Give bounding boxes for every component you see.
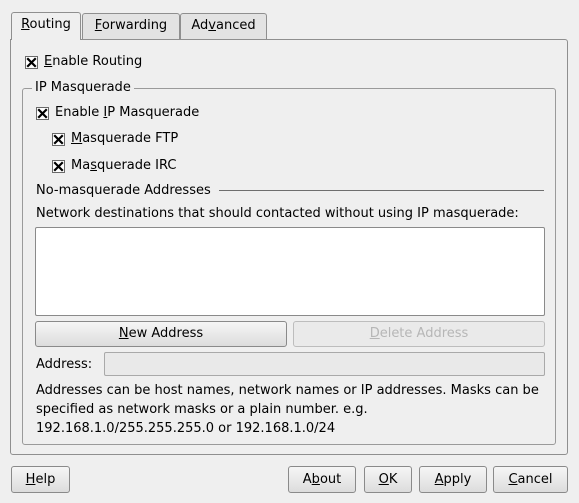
address-input[interactable] (104, 352, 545, 376)
no-masquerade-separator (219, 190, 544, 191)
no-masquerade-description: Network destinations that should contact… (36, 206, 519, 221)
new-address-button-label: New Address (118, 326, 204, 341)
about-button-label: About (302, 471, 342, 487)
tab-advanced-label: Advanced (191, 18, 256, 33)
tab-forwarding[interactable]: Forwarding (82, 13, 180, 39)
address-label: Address: (36, 357, 93, 372)
no-masquerade-title: No-masquerade Addresses (36, 183, 211, 198)
tab-routing-label: Routing (21, 17, 71, 32)
help-button[interactable]: Help (11, 466, 70, 493)
check-mark-icon (26, 57, 37, 68)
enable-routing-checkbox[interactable] (25, 56, 38, 69)
address-help-text: Addresses can be host names, network nam… (36, 383, 539, 436)
check-mark-icon (37, 108, 48, 119)
routing-tab-panel: Enable Routing IP Masquerade Enable IP M… (10, 39, 568, 455)
tab-routing[interactable]: Routing (11, 12, 81, 40)
help-button-label: Help (25, 471, 56, 487)
new-address-button[interactable]: New Address (35, 321, 287, 347)
ip-masquerade-legend: IP Masquerade (32, 80, 134, 95)
no-masquerade-address-list[interactable] (35, 227, 545, 316)
masquerade-ftp-label: Masquerade FTP (71, 131, 179, 146)
enable-routing-label: Enable Routing (44, 54, 143, 69)
check-mark-icon (53, 134, 64, 145)
delete-address-button-label: Delete Address (369, 326, 469, 341)
ok-button-label: OK (378, 471, 398, 487)
apply-button-label: Apply (434, 471, 472, 487)
about-button[interactable]: About (288, 466, 356, 493)
masquerade-irc-checkbox[interactable] (52, 160, 65, 173)
masquerade-irc-label: Masquerade IRC (71, 158, 177, 173)
delete-address-button[interactable]: Delete Address (293, 321, 545, 347)
cancel-button-label: Cancel (508, 471, 553, 487)
masquerade-ftp-checkbox[interactable] (52, 133, 65, 146)
check-mark-icon (53, 161, 64, 172)
tab-forwarding-label: Forwarding (94, 18, 168, 33)
enable-ip-masquerade-checkbox[interactable] (36, 107, 49, 120)
apply-button[interactable]: Apply (419, 466, 487, 493)
enable-ip-masquerade-label: Enable IP Masquerade (55, 105, 200, 120)
cancel-button[interactable]: Cancel (493, 466, 568, 493)
ok-button[interactable]: OK (364, 466, 412, 493)
tab-advanced[interactable]: Advanced (180, 13, 267, 39)
